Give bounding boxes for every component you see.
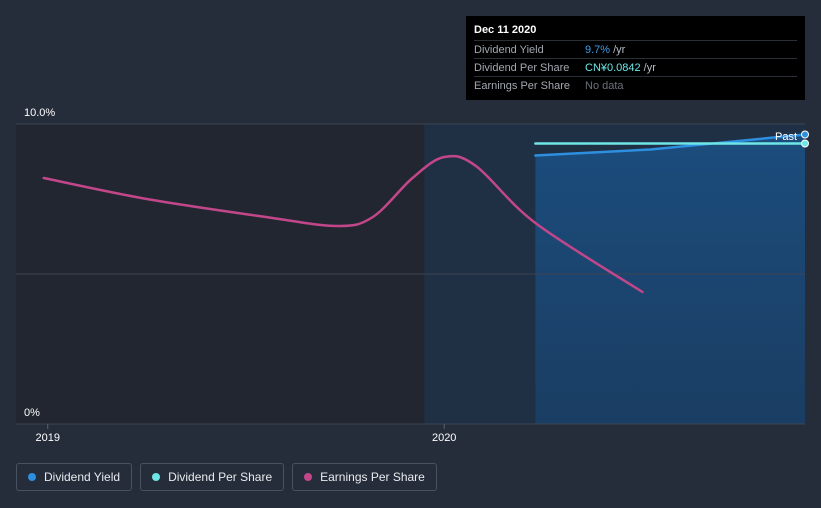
x-tick-label: 2020	[432, 432, 456, 444]
dividend-per-share-end-marker	[801, 139, 809, 148]
x-tick-label: 2019	[35, 432, 59, 444]
tooltip-row-dividend-yield: Dividend Yield 9.7% /yr	[474, 40, 797, 58]
legend-item-dividend-per-share[interactable]: Dividend Per Share	[140, 463, 285, 491]
legend-label: Earnings Per Share	[320, 470, 425, 484]
legend-label: Dividend Per Share	[168, 470, 273, 484]
legend: Dividend Yield Dividend Per Share Earnin…	[16, 463, 437, 491]
tooltip-value: 9.7%	[585, 43, 611, 56]
y-tick-label: 0%	[24, 407, 40, 419]
past-label: Past	[775, 131, 797, 143]
legend-item-earnings-per-share[interactable]: Earnings Per Share	[292, 463, 437, 491]
dividend-yield-area	[535, 134, 805, 424]
legend-dot-icon	[152, 473, 161, 481]
tooltip-unit: /yr	[643, 61, 656, 74]
tooltip-row-dividend-per-share: Dividend Per Share CN¥0.0842 /yr	[474, 58, 797, 76]
tooltip-label: Dividend Per Share	[474, 61, 570, 74]
tooltip-label: Earnings Per Share	[474, 79, 570, 92]
tooltip-label: Dividend Yield	[474, 43, 544, 56]
tooltip-date: Dec 11 2020	[474, 24, 537, 36]
tooltip-unit: /yr	[613, 43, 626, 56]
tooltip: Dec 11 2020 Dividend Yield 9.7% /yr Divi…	[466, 16, 805, 100]
y-tick-label: 10.0%	[24, 107, 55, 119]
legend-label: Dividend Yield	[44, 470, 121, 484]
tooltip-value: CN¥0.0842	[585, 61, 641, 74]
tooltip-value: No data	[585, 79, 624, 92]
legend-dot-icon	[304, 473, 313, 481]
legend-item-dividend-yield[interactable]: Dividend Yield	[16, 463, 133, 491]
dividend-yield-end-marker	[801, 130, 809, 139]
tooltip-row-earnings-per-share: Earnings Per Share No data	[474, 76, 797, 94]
legend-dot-icon	[28, 473, 36, 481]
